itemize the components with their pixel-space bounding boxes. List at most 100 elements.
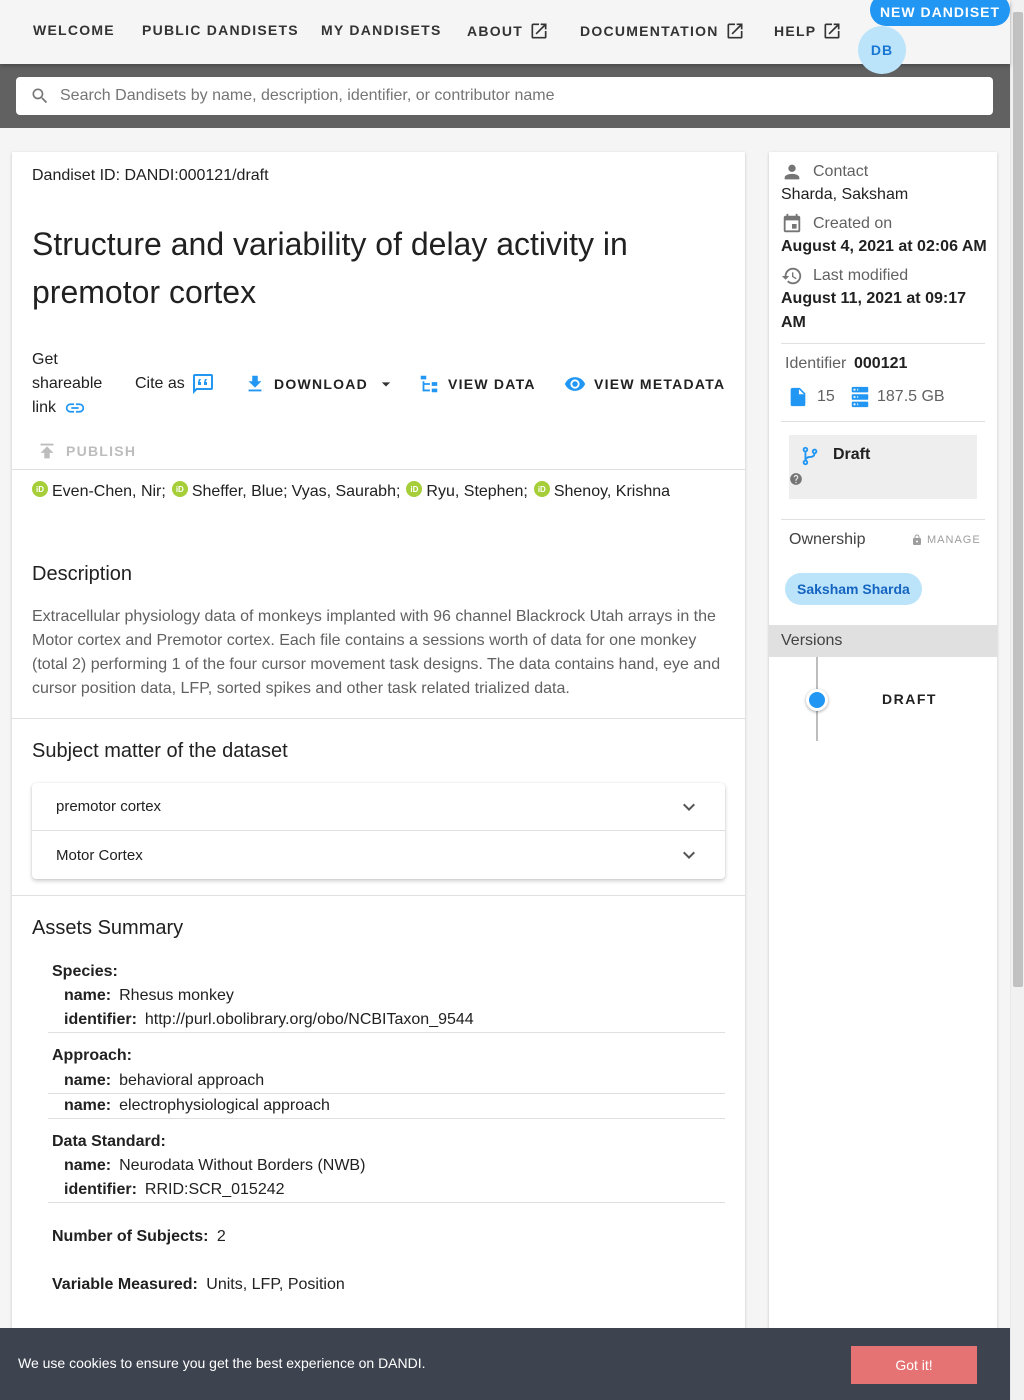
owner-chip[interactable]: Saksham Sharda xyxy=(785,573,922,605)
scrollbar-thumb[interactable] xyxy=(1013,12,1023,987)
orcid-icon[interactable]: iD xyxy=(171,481,188,497)
subject-matter-heading: Subject matter of the dataset xyxy=(32,740,288,762)
modified-label-text: Last modified xyxy=(813,267,909,284)
orcid-icon[interactable]: iD xyxy=(32,481,48,497)
contributor-name: Ryu, Stephen; xyxy=(426,483,528,500)
row-value: http://purl.obolibrary.org/obo/NCBITaxon… xyxy=(144,1011,474,1028)
dandiset-title: Structure and variability of delay activ… xyxy=(32,226,628,310)
row-key: name: xyxy=(64,1097,112,1114)
contact-label: Contact xyxy=(781,161,868,183)
data-standard-identifier-row: identifier: RRID:SCR_015242 xyxy=(52,1178,725,1202)
approach-heading: Approach: xyxy=(52,1047,132,1064)
row-value: 2 xyxy=(216,1228,226,1245)
description-heading: Description xyxy=(32,563,133,585)
search-box[interactable] xyxy=(16,77,993,115)
nav-about[interactable]: ABOUT xyxy=(467,21,549,41)
contact-value: Sharda, Saksham xyxy=(781,186,909,203)
nav-public-dandisets[interactable]: PUBLIC DANDISETS xyxy=(142,22,299,38)
nav-about-label: ABOUT xyxy=(467,23,524,39)
nav-welcome[interactable]: WELCOME xyxy=(33,22,115,38)
avatar-initials: DB xyxy=(870,42,894,58)
lock-icon xyxy=(913,534,921,545)
data-standard-heading: Data Standard: xyxy=(52,1133,166,1150)
link-icon xyxy=(66,403,85,413)
identifier-value: 000121 xyxy=(854,355,908,372)
publish-label: PUBLISH xyxy=(66,443,137,459)
share-link-button[interactable]: Get shareable link xyxy=(32,348,102,420)
created-value: August 4, 2021 at 02:06 AM xyxy=(781,238,987,255)
search-icon xyxy=(32,88,48,104)
nav-documentation[interactable]: DOCUMENTATION xyxy=(580,21,745,41)
subject-expansion-panels: premotor cortex Motor Cortex xyxy=(32,783,725,879)
external-link-icon xyxy=(824,23,840,39)
owner-chip-label: Saksham Sharda xyxy=(797,581,910,597)
download-button[interactable]: DOWNLOAD xyxy=(244,373,396,395)
cookie-message: We use cookies to ensure you get the bes… xyxy=(18,1355,426,1371)
row-value: behavioral approach xyxy=(119,1072,265,1089)
history-icon xyxy=(781,267,802,285)
assets-summary-heading: Assets Summary xyxy=(32,917,184,939)
external-link-icon xyxy=(727,23,743,39)
assets-summary: Species: name: Rhesus monkey identifier: h… xyxy=(48,960,725,1297)
manage-owners-button[interactable]: MANAGE xyxy=(911,534,981,546)
file-icon xyxy=(790,387,806,407)
dataset-size: 187.5 GB xyxy=(849,386,945,408)
divider xyxy=(781,519,985,520)
cite-as-button[interactable]: Cite as xyxy=(135,372,215,396)
orcid-icon[interactable]: iD xyxy=(533,481,550,497)
species-name-row: name: Rhesus monkey xyxy=(52,984,725,1008)
new-dandiset-button[interactable]: NEW DANDISET xyxy=(870,0,1010,26)
version-timeline-dot xyxy=(806,689,828,711)
divider xyxy=(12,469,745,470)
dandiset-id: Dandiset ID: DANDI:000121/draft xyxy=(32,167,269,184)
species-identifier-row: identifier: http://purl.obolibrary.org/ob… xyxy=(52,1008,725,1032)
file-count: 15 xyxy=(787,386,835,408)
row-value: Neurodata Without Borders (NWB) xyxy=(119,1157,366,1174)
orcid-icon[interactable]: iD xyxy=(406,481,423,497)
nav-my-dandisets[interactable]: MY DANDISETS xyxy=(321,22,442,38)
cookie-accept-button[interactable]: Got it! xyxy=(851,1346,977,1384)
modified-label: Last modified xyxy=(781,265,908,287)
approach-row: name: behavioral approach xyxy=(52,1069,725,1093)
approach-row: name: electrophysiological approach xyxy=(52,1094,725,1118)
page-scrollbar[interactable] xyxy=(1010,0,1024,1400)
contact-label-text: Contact xyxy=(813,163,869,180)
created-label: Created on xyxy=(781,213,892,235)
user-avatar[interactable]: DB xyxy=(858,26,906,74)
row-key: name: xyxy=(64,987,112,1004)
manage-label: MANAGE xyxy=(927,534,981,546)
nav-help-label: HELP xyxy=(774,23,817,39)
row-key: name: xyxy=(64,1157,112,1174)
divider xyxy=(781,343,985,344)
dandiset-meta-sidebar: Contact Sharda, Saksham Created on Augus… xyxy=(769,152,997,1400)
number-of-subjects-row: Number of Subjects: 2 xyxy=(52,1225,725,1249)
version-draft-button[interactable]: DRAFT xyxy=(882,691,937,707)
row-value: electrophysiological approach xyxy=(119,1097,330,1114)
publish-button[interactable]: PUBLISH xyxy=(36,440,136,462)
draft-label: Draft xyxy=(833,446,871,463)
version-status-box: Draft xyxy=(789,435,977,499)
ownership-label: Ownership xyxy=(789,531,866,548)
row-key: identifier: xyxy=(64,1181,137,1198)
view-metadata-button[interactable]: VIEW METADATA xyxy=(564,373,725,395)
download-icon xyxy=(248,375,262,392)
chevron-down-icon xyxy=(683,803,695,811)
versions-header: Versions xyxy=(769,625,997,657)
view-data-button[interactable]: VIEW DATA xyxy=(418,373,536,395)
account-icon xyxy=(784,164,800,180)
created-label-text: Created on xyxy=(813,215,893,232)
contributor-name: Shenoy, Krishna xyxy=(553,483,671,500)
subject-panel[interactable]: Motor Cortex xyxy=(32,831,725,879)
dataset-size-value: 187.5 GB xyxy=(877,388,945,405)
cookie-accept-label: Got it! xyxy=(895,1357,933,1373)
subject-panel[interactable]: premotor cortex xyxy=(32,783,725,831)
species-heading: Species: xyxy=(52,963,118,980)
row-value: RRID:SCR_015242 xyxy=(144,1181,285,1198)
search-input[interactable] xyxy=(60,87,960,105)
help-circle-icon[interactable] xyxy=(789,472,803,486)
row-value: Units, LFP, Position xyxy=(206,1276,345,1293)
nav-help[interactable]: HELP xyxy=(774,21,842,41)
cookie-banner: We use cookies to ensure you get the bes… xyxy=(0,1328,1010,1400)
chevron-down-icon xyxy=(683,851,695,859)
divider xyxy=(781,421,985,422)
